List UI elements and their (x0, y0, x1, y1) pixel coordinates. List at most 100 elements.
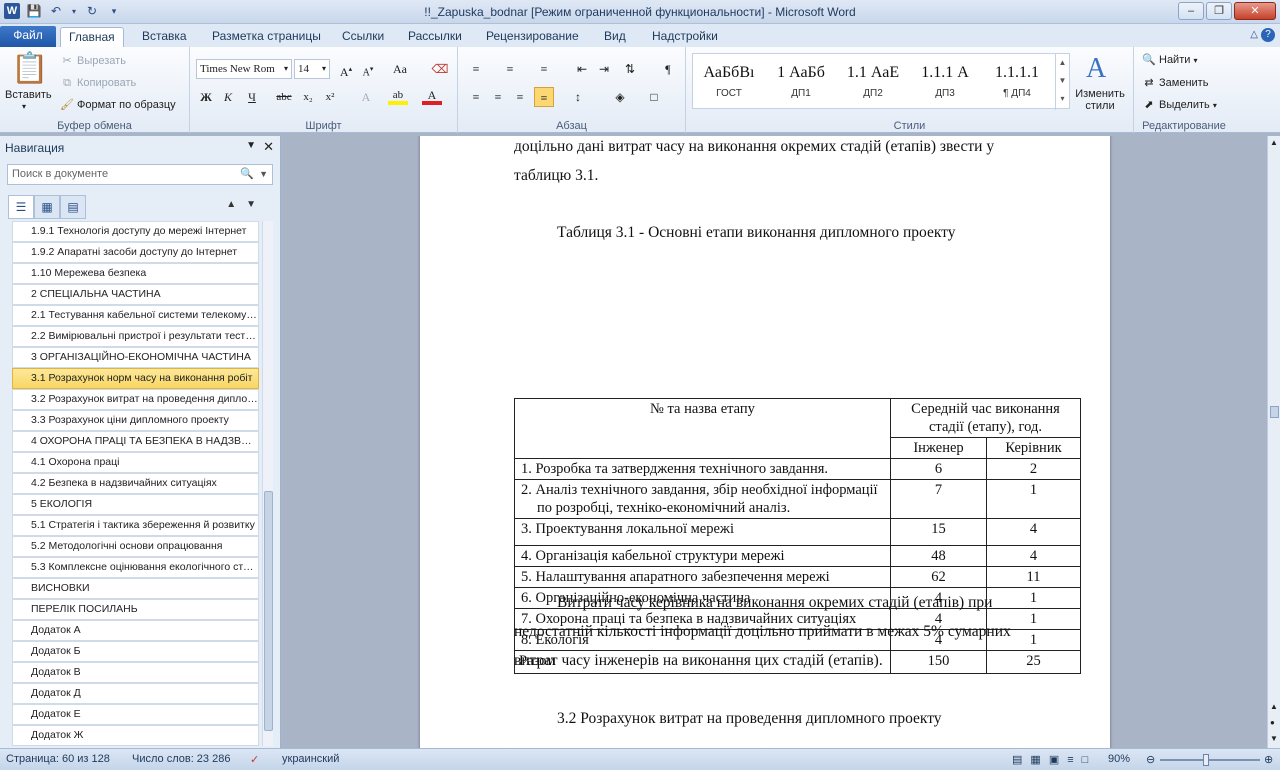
search-icon[interactable]: 🔍 (240, 165, 254, 184)
nav-heading-item[interactable]: 5 ЕКОЛОГІЯ (12, 494, 259, 515)
previous-page-icon[interactable]: ▲ (1270, 702, 1278, 711)
superscript-icon[interactable]: x² (320, 87, 340, 107)
shading-icon[interactable]: ◈ (610, 87, 630, 107)
language[interactable]: украинский (282, 753, 339, 765)
style-gost[interactable]: АаБбВı ГОСТ (693, 54, 765, 110)
results-view-icon[interactable]: ▤ (60, 195, 86, 219)
draft-icon[interactable]: □ (1082, 754, 1097, 766)
word-count[interactable]: Число слов: 23 286 (132, 753, 230, 765)
zoom-level[interactable]: 90% (1108, 753, 1130, 765)
nav-heading-item[interactable]: Додаток А (12, 620, 259, 641)
tab-page-layout[interactable]: Разметка страницы (204, 27, 329, 47)
pilcrow-icon[interactable]: ¶ (658, 59, 678, 79)
scroll-up-icon[interactable]: ▲ (1270, 138, 1278, 147)
align-left-icon[interactable]: ≡ (466, 87, 486, 107)
change-styles-icon[interactable]: A (1086, 53, 1106, 85)
next-page-icon[interactable]: ▼ (1270, 734, 1278, 743)
search-options-icon[interactable]: ▼ (259, 165, 268, 184)
styles-scroll[interactable]: ▲ ▼ ▾ (1055, 54, 1069, 110)
nav-heading-item[interactable]: ВИСНОВКИ (12, 578, 259, 599)
format-painter-button[interactable]: 🖌 Формат по образцу (60, 98, 176, 112)
italic-icon[interactable]: К (218, 87, 238, 107)
zoom-slider[interactable] (1160, 759, 1260, 761)
nav-heading-item[interactable]: 3 ОРГАНІЗАЦІЙНО-ЕКОНОМІЧНА ЧАСТИНА (12, 347, 259, 368)
grow-font-icon[interactable]: A▴ (336, 59, 356, 79)
paste-button[interactable]: Вставить (5, 89, 52, 101)
previous-heading-icon[interactable]: ▲ (226, 199, 246, 210)
find-button[interactable]: 🔍 Найти ▾ (1142, 53, 1197, 67)
document-page[interactable]: доцільно дані витрат часу на виконання о… (420, 136, 1110, 748)
browse-object-icon[interactable]: ● (1270, 718, 1275, 727)
tab-home[interactable]: Главная (60, 27, 124, 47)
nav-heading-item[interactable]: 5.1 Стратегія і тактика збереження й роз… (12, 515, 259, 536)
close-button[interactable]: ✕ (1234, 2, 1276, 20)
full-screen-icon[interactable]: ▦ (1030, 754, 1048, 766)
nav-heading-item[interactable]: 1.9.2 Апаратні засоби доступу до Інтерне… (12, 242, 259, 263)
font-size-combo[interactable]: 14 ▾ (294, 59, 330, 79)
minimize-ribbon-icon[interactable]: △ (1250, 29, 1258, 40)
next-heading-icon[interactable]: ▼ (246, 199, 266, 210)
tab-insert[interactable]: Вставка (134, 27, 195, 47)
nav-heading-item[interactable]: 2 СПЕЦІАЛЬНА ЧАСТИНА (12, 284, 259, 305)
close-icon[interactable]: ✕ (263, 139, 274, 155)
align-right-icon[interactable]: ≡ (510, 87, 530, 107)
zoom-out-icon[interactable]: ⊖ (1146, 753, 1155, 766)
change-case-icon[interactable]: Aa (390, 59, 410, 79)
nav-heading-item[interactable]: 2.2 Вимірювальні пристрої і результати т… (12, 326, 259, 347)
outline-icon[interactable]: ≡ (1067, 754, 1081, 766)
tab-file[interactable]: Файл (0, 26, 56, 47)
nav-heading-item[interactable]: 4 ОХОРОНА ПРАЦІ ТА БЕЗПЕКА В НАДЗВИЧАЙНИ… (12, 431, 259, 452)
nav-heading-item[interactable]: 5.3 Комплексне оцінювання екологічного с… (12, 557, 259, 578)
nav-heading-item[interactable]: Додаток Ж (12, 725, 259, 746)
document-scrollbar[interactable]: ▲ ▲ ● ▼ (1267, 136, 1280, 748)
style-dp4[interactable]: 1.1.1.1 ¶ ДП4 (981, 54, 1053, 110)
justify-icon[interactable]: ≡ (534, 87, 554, 107)
font-name-combo[interactable]: Times New Rom ▾ (196, 59, 292, 79)
bullets-icon[interactable]: ≡ (466, 59, 486, 79)
nav-heading-item[interactable]: Додаток Е (12, 704, 259, 725)
scroll-thumb[interactable] (1270, 406, 1279, 418)
borders-icon[interactable]: □ (644, 87, 664, 107)
tab-view[interactable]: Вид (596, 27, 634, 47)
line-spacing-icon[interactable]: ↕ (568, 87, 588, 107)
zoom-in-icon[interactable]: ⊕ (1264, 753, 1273, 766)
proofing-icon[interactable]: ✓ (250, 753, 259, 766)
nav-heading-item[interactable]: 3.1 Розрахунок норм часу на виконання ро… (12, 368, 259, 389)
replace-button[interactable]: ⇄ Заменить (1142, 76, 1208, 90)
pane-options-icon[interactable]: ▼ (246, 140, 256, 151)
decrease-indent-icon[interactable]: ⇤ (572, 59, 592, 79)
headings-view-icon[interactable]: ☰ (8, 195, 34, 219)
pages-view-icon[interactable]: ▦ (34, 195, 60, 219)
nav-heading-item[interactable]: 1.10 Мережева безпека (12, 263, 259, 284)
style-dp2[interactable]: 1.1 АаE ДП2 (837, 54, 909, 110)
tab-addins[interactable]: Надстройки (644, 27, 726, 47)
nav-heading-item[interactable]: 2.1 Тестування кабельної системи телеком… (12, 305, 259, 326)
paste-icon[interactable]: 📋 (10, 51, 50, 91)
cut-button[interactable]: ✂ Вырезать (60, 54, 126, 68)
nav-heading-item[interactable]: Додаток Д (12, 683, 259, 704)
strikethrough-icon[interactable]: abc (274, 87, 294, 107)
nav-heading-item[interactable]: 4.1 Охорона праці (12, 452, 259, 473)
multilevel-list-icon[interactable]: ≡ (534, 59, 554, 79)
tab-references[interactable]: Ссылки (334, 27, 392, 47)
paste-dropdown-icon[interactable]: ▾ (22, 102, 26, 111)
restore-button[interactable]: ❐ (1206, 2, 1232, 20)
highlight-icon[interactable]: ab (388, 87, 408, 105)
bold-icon[interactable]: Ж (196, 87, 216, 107)
numbering-icon[interactable]: ≡ (500, 59, 520, 79)
underline-icon[interactable]: Ч (242, 87, 262, 107)
nav-scrollbar[interactable] (262, 221, 273, 746)
nav-heading-item[interactable]: ПЕРЕЛІК ПОСИЛАНЬ (12, 599, 259, 620)
nav-heading-item[interactable]: 3.3 Розрахунок ціни дипломного проекту (12, 410, 259, 431)
style-dp1[interactable]: 1 АаБб ДП1 (765, 54, 837, 110)
increase-indent-icon[interactable]: ⇥ (594, 59, 614, 79)
tab-mailings[interactable]: Рассылки (400, 27, 470, 47)
subscript-icon[interactable]: x₂ (298, 87, 318, 107)
sort-icon[interactable]: ⇅ (620, 59, 640, 79)
shrink-font-icon[interactable]: A▾ (358, 59, 378, 79)
web-layout-icon[interactable]: ▣ (1049, 754, 1067, 766)
clear-formatting-icon[interactable]: ⌫ (430, 59, 450, 79)
select-button[interactable]: ⬈ Выделить ▾ (1142, 98, 1216, 112)
nav-heading-item[interactable]: 1.9.1 Технологія доступу до мережі Інтер… (12, 221, 259, 242)
nav-heading-item[interactable]: 4.2 Безпека в надзвичайних ситуаціях (12, 473, 259, 494)
